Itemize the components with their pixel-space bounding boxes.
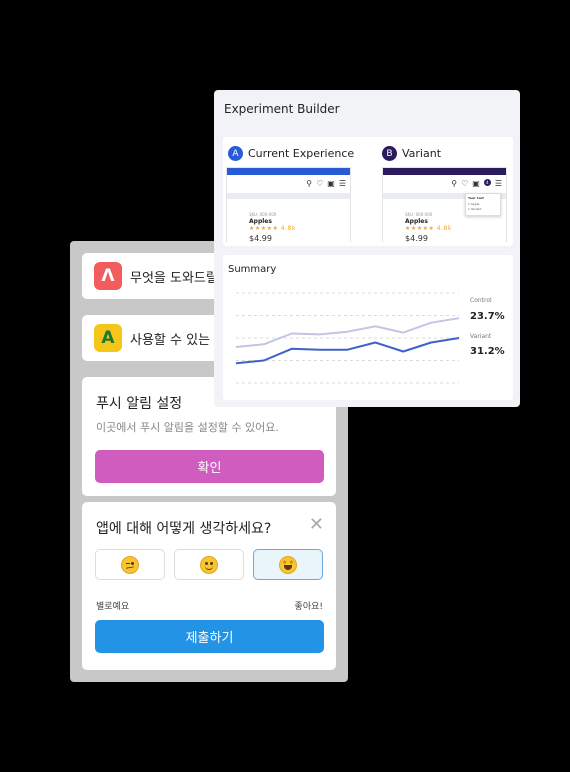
preview-header-bar [383, 168, 506, 175]
summary-line-chart [235, 292, 460, 384]
search-icon: ⚲ [451, 179, 458, 188]
cart-title: Your Cart [468, 196, 484, 200]
smile-face-icon [200, 555, 218, 574]
push-title: 푸시 알림 설정 [96, 396, 183, 412]
cart-item: 1 Variant [468, 207, 482, 211]
neutral-face-icon [121, 555, 139, 574]
notification-text: 사용할 수 있는 [130, 332, 211, 348]
variant-b-header[interactable]: B Variant [382, 146, 441, 161]
bag-icon: ▣ [327, 179, 335, 188]
cart-item: 1 Apple [468, 202, 480, 206]
rating-option-smile[interactable] [174, 549, 244, 580]
push-description: 이곳에서 푸시 알림을 설정할 수 있어요. [96, 421, 279, 434]
rating-option-neutral[interactable] [95, 549, 165, 580]
panel-title: Experiment Builder [224, 102, 340, 116]
preview-sku: SKU: 000-000 [249, 212, 277, 217]
survey-question: 앱에 대해 어떻게 생각하세요? [96, 521, 272, 537]
menu-icon: ☰ [338, 179, 346, 188]
preview-rating: ★★★★★ 4.8k [405, 225, 452, 232]
variant-a-preview[interactable]: ⚲ ♡ ▣ ☰ SKU: 000-000 Apples ★★★★★ 4.8k $… [226, 167, 351, 242]
preview-divider [227, 193, 350, 199]
preview-product: Apples [249, 218, 272, 225]
variant-label: Current Experience [248, 147, 355, 160]
heart-icon: ♡ [461, 179, 469, 188]
confirm-button[interactable]: 확인 [95, 450, 324, 483]
legend-value-control: 23.7% [470, 311, 505, 322]
app-icon: Λ [94, 262, 122, 290]
heart-icon: ♡ [316, 179, 324, 188]
preview-product: Apples [405, 218, 428, 225]
bag-icon: ▣ [472, 179, 480, 188]
variants-section: A Current Experience ⚲ ♡ ▣ ☰ SKU: 000-00… [223, 137, 513, 246]
scale-high-label: 좋아요! [294, 602, 323, 612]
cart-popover: Your Cart 1 Apple 1 Variant [465, 193, 501, 216]
variant-label: Variant [402, 147, 442, 160]
preview-price: $4.99 [249, 234, 272, 242]
variant-a-header[interactable]: A Current Experience [228, 146, 354, 161]
rating-option-star-eyes[interactable]: ★ ★ [253, 549, 323, 580]
preview-toolbar: ⚲ ♡ ▣ 4 ☰ [451, 179, 502, 188]
star-eyes-face-icon: ★ ★ [279, 555, 297, 574]
survey-card: 앱에 대해 어떻게 생각하세요? ✕ ★ ★ 별로예요 좋아요! 제출하기 [82, 502, 336, 670]
variant-b-preview[interactable]: ⚲ ♡ ▣ 4 ☰ SKU: 000-000 Apples ★★★★★ 4.8k… [382, 167, 507, 242]
menu-icon: ☰ [494, 179, 502, 188]
preview-sku: SKU: 000-000 [405, 212, 433, 217]
legend-name-control: Control [470, 297, 492, 304]
preview-toolbar: ⚲ ♡ ▣ ☰ [306, 179, 346, 188]
experiment-builder-panel: Experiment Builder A Current Experience … [214, 90, 520, 407]
submit-button[interactable]: 제출하기 [95, 620, 324, 653]
variant-badge: A [228, 146, 243, 161]
app-icon: A [94, 324, 122, 352]
close-icon[interactable]: ✕ [309, 516, 324, 534]
preview-header-bar [227, 168, 350, 175]
cart-count-badge: 4 [483, 179, 491, 186]
preview-rating: ★★★★★ 4.8k [249, 225, 296, 232]
preview-price: $4.99 [405, 234, 428, 242]
legend-value-variant: 31.2% [470, 346, 505, 357]
legend-name-variant: Variant [470, 333, 492, 340]
series-line-control [235, 317, 460, 348]
search-icon: ⚲ [306, 179, 313, 188]
variant-badge: B [382, 146, 397, 161]
summary-section: Summary Control 23.7% Variant 31.2% [223, 255, 513, 400]
notification-text: 무엇을 도와드릴 [130, 270, 218, 286]
scale-low-label: 별로예요 [96, 602, 130, 612]
